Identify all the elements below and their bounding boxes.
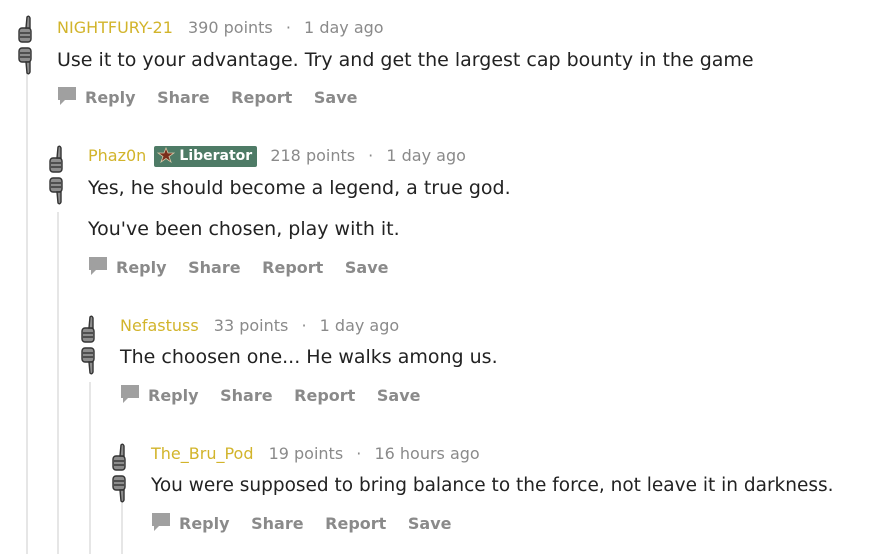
share-button[interactable]: Share (157, 88, 209, 107)
thread-line-level-4[interactable] (121, 500, 123, 554)
comment-meta: NIGHTFURY-21 390 points · 1 day ago (57, 18, 384, 38)
comment-bubble-icon (152, 513, 170, 531)
vote-controls (80, 314, 100, 378)
comment-bubble-icon (121, 385, 139, 403)
comment-actions: Reply Share Report Save (57, 86, 374, 109)
comment-bubble-icon (58, 87, 76, 105)
comment-bubble-icon (89, 257, 107, 275)
reply-button[interactable]: Reply (57, 87, 136, 107)
comment-meta: Phaz0n Liberator 218 points · 1 day ago (88, 146, 466, 167)
comment-actions: Reply Share Report Save (88, 256, 405, 279)
thread-line-level-1[interactable] (26, 72, 28, 554)
save-button[interactable]: Save (314, 88, 358, 107)
vote-controls (111, 442, 131, 506)
comment-body-paragraph: You've been chosen, play with it. (88, 218, 400, 240)
timestamp[interactable]: 1 day ago (386, 146, 466, 165)
report-button[interactable]: Report (294, 386, 355, 405)
author-link[interactable]: Nefastuss (120, 316, 199, 335)
share-button[interactable]: Share (220, 386, 272, 405)
report-button[interactable]: Report (262, 258, 323, 277)
report-button[interactable]: Report (325, 514, 386, 533)
separator-dot: · (301, 316, 307, 335)
comment-body-paragraph: Yes, he should become a legend, a true g… (88, 177, 511, 199)
points-count: 19 points (268, 444, 344, 463)
separator-dot: · (368, 146, 374, 165)
vote-controls (17, 14, 37, 78)
comment-actions: Reply Share Report Save (120, 384, 437, 407)
thumbs-up-icon[interactable] (18, 15, 32, 43)
author-link[interactable]: NIGHTFURY-21 (57, 18, 173, 37)
reply-button[interactable]: Reply (120, 385, 199, 405)
thumbs-up-icon[interactable] (49, 145, 63, 173)
thumbs-down-icon[interactable] (18, 47, 32, 75)
timestamp[interactable]: 1 day ago (320, 316, 400, 335)
vote-controls (48, 144, 68, 208)
comment-body: Use it to your advantage. Try and get th… (57, 49, 754, 71)
points-count: 33 points (213, 316, 289, 335)
comment-actions: Reply Share Report Save (151, 512, 468, 535)
thumbs-down-icon[interactable] (112, 475, 126, 503)
timestamp[interactable]: 1 day ago (304, 18, 384, 37)
author-link[interactable]: Phaz0n (88, 146, 146, 165)
user-flair: Liberator (154, 146, 258, 167)
thread-line-level-3[interactable] (89, 382, 91, 554)
share-button[interactable]: Share (188, 258, 240, 277)
share-button[interactable]: Share (251, 514, 303, 533)
author-link[interactable]: The_Bru_Pod (151, 444, 253, 463)
reply-button[interactable]: Reply (88, 257, 167, 277)
comment-meta: The_Bru_Pod 19 points · 16 hours ago (151, 444, 480, 464)
reply-button[interactable]: Reply (151, 513, 230, 533)
save-button[interactable]: Save (377, 386, 421, 405)
comment-body: You were supposed to bring balance to th… (151, 475, 834, 496)
thumbs-up-icon[interactable] (81, 315, 95, 343)
thumbs-down-icon[interactable] (49, 177, 63, 205)
save-button[interactable]: Save (408, 514, 452, 533)
separator-dot: · (285, 18, 291, 37)
star-icon (157, 147, 176, 163)
points-count: 218 points (270, 146, 356, 165)
thread-line-level-2[interactable] (57, 212, 59, 554)
thumbs-down-icon[interactable] (81, 347, 95, 375)
points-count: 390 points (188, 18, 273, 37)
report-button[interactable]: Report (231, 88, 292, 107)
comment-body: The choosen one... He walks among us. (120, 346, 498, 368)
separator-dot: · (356, 444, 362, 463)
comment-meta: Nefastuss 33 points · 1 day ago (120, 316, 399, 336)
thumbs-up-icon[interactable] (112, 443, 126, 471)
save-button[interactable]: Save (345, 258, 389, 277)
timestamp[interactable]: 16 hours ago (374, 444, 479, 463)
